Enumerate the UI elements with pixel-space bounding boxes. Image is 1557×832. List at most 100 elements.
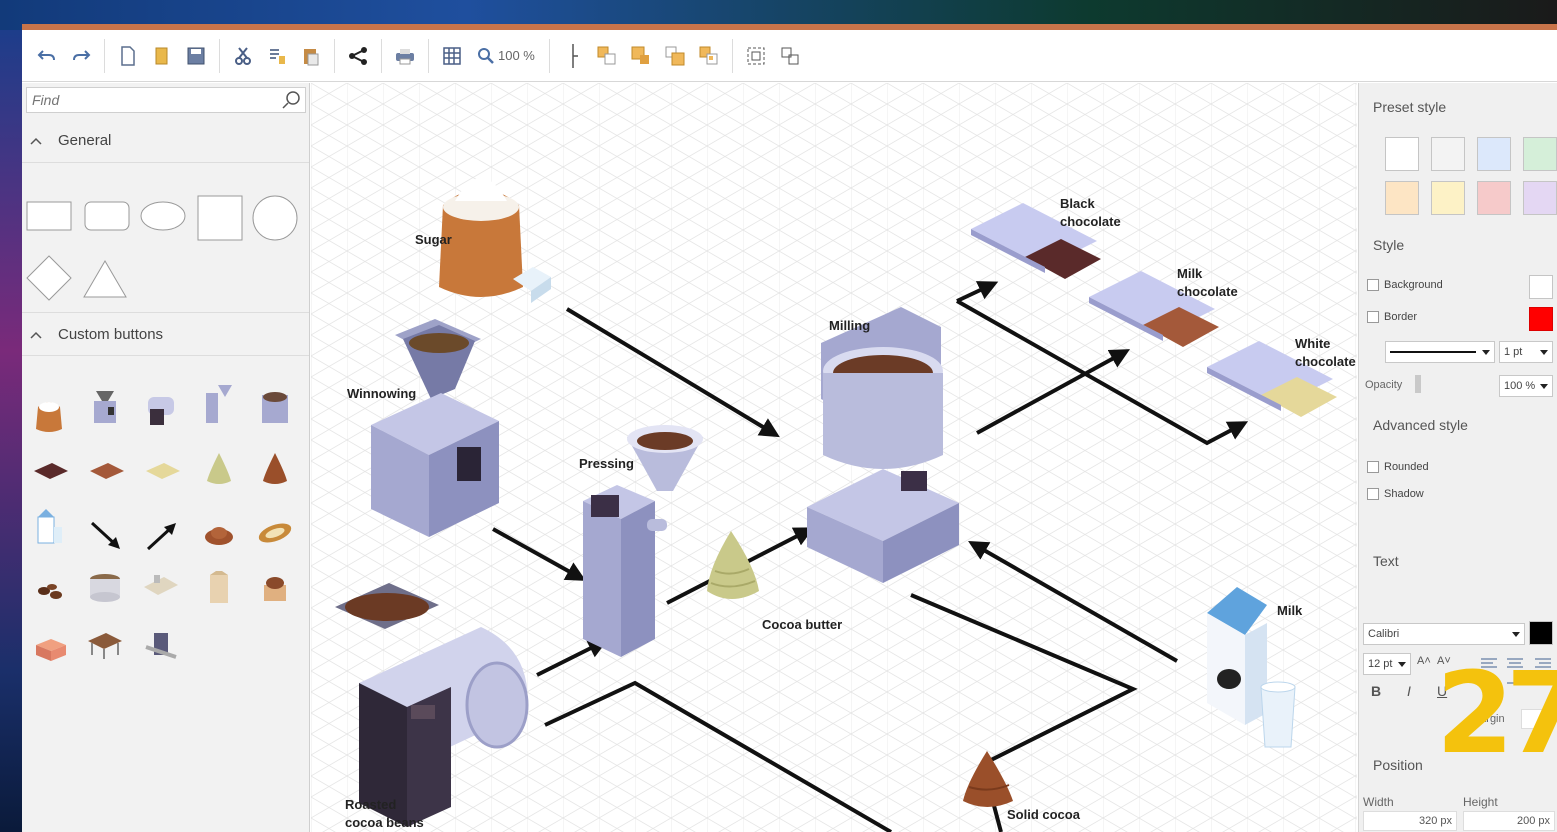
winnowing-machine-icon[interactable] [84,387,126,429]
section-custom-buttons[interactable]: Custom buttons [22,312,309,356]
save-icon[interactable] [181,41,211,71]
bring-forward-icon[interactable] [626,41,656,71]
print-icon[interactable] [390,41,420,71]
section-general[interactable]: General [22,119,309,163]
zoom-slider-icon[interactable] [558,41,588,71]
mixing-vat-icon[interactable] [84,567,126,609]
background-color-swatch[interactable] [1529,275,1553,299]
cocoa-cup-icon[interactable] [254,567,296,609]
rounded-checkbox[interactable]: Rounded [1367,461,1429,473]
chevron-down-icon [1482,349,1490,355]
width-label: Width [1363,795,1394,809]
grid-icon[interactable] [437,41,467,71]
line-style-select[interactable] [1385,341,1495,363]
search-input[interactable] [27,88,267,112]
ungroup-icon[interactable] [775,41,805,71]
opacity-slider[interactable] [1415,375,1421,393]
background-checkbox[interactable]: Background [1367,279,1443,291]
cocoa-butter-icon[interactable] [198,447,240,489]
preset-swatch-orange[interactable] [1385,181,1419,215]
rectangle-shape[interactable] [26,201,72,231]
height-input[interactable]: 200 px [1463,811,1555,831]
bring-to-front-icon[interactable] [592,41,622,71]
section-custom-label: Custom buttons [58,325,164,343]
diagram-canvas[interactable]: Sugar Winnowing Pressing Milling Black c… [311,83,1357,832]
chevron-down-icon [1398,661,1406,667]
chevron-down-icon [1512,631,1520,637]
toolbar-separator [548,38,550,73]
roaster-machine-icon[interactable] [140,387,182,429]
circle-shape[interactable] [252,195,298,241]
cut-icon[interactable] [228,41,258,71]
milk-chocolate-icon[interactable] [86,451,128,493]
line-width-select[interactable]: 1 pt [1499,341,1553,363]
font-color-swatch[interactable] [1529,621,1553,645]
wrapping-machine-icon[interactable] [140,623,182,665]
line-width-value: 1 pt [1504,346,1523,358]
zoom-control[interactable]: 100 % [471,47,541,65]
preset-swatch-gray[interactable] [1431,137,1465,171]
send-backward-icon[interactable] [660,41,690,71]
conveyor-icon[interactable] [140,567,182,609]
cocoa-pod-icon[interactable] [254,511,296,553]
cocoa-beans-icon[interactable] [30,571,72,613]
arrow-up-right-icon[interactable] [142,515,184,557]
border-color-swatch[interactable] [1529,307,1553,331]
width-input[interactable]: 320 px [1363,811,1457,831]
solid-cocoa-icon[interactable] [254,447,296,489]
milk-carton-icon[interactable] [28,507,70,549]
new-page-icon[interactable] [113,41,143,71]
press-machine-icon[interactable] [194,383,236,425]
search-icon[interactable] [281,90,301,115]
toolbar-separator [219,38,220,73]
shape-sidebar: General Custom buttons [22,83,310,832]
desktop-background-left [0,30,22,832]
white-chocolate-icon[interactable] [142,451,184,493]
cooling-table-icon[interactable] [84,623,126,665]
preset-swatch-blue[interactable] [1477,137,1511,171]
rounded-label: Rounded [1384,461,1429,473]
checkbox-box [1367,488,1379,500]
triangle-shape[interactable] [82,259,128,299]
font-size-select[interactable]: 12 pt [1363,653,1411,675]
label-solid-cocoa: Solid cocoa [1007,807,1080,822]
milling-machine[interactable] [807,307,959,583]
mill-machine-icon[interactable] [254,385,296,427]
group-icon[interactable] [741,41,771,71]
line-style-preview [1390,351,1476,353]
arrow-down-right-icon[interactable] [86,515,128,557]
open-folder-icon[interactable] [147,41,177,71]
toolbar-separator [334,38,335,73]
label-cocoa-butter: Cocoa butter [762,617,843,632]
copy-icon[interactable] [262,41,292,71]
square-shape[interactable] [197,195,243,241]
rounded-rectangle-shape[interactable] [84,201,130,231]
paste-icon[interactable] [296,41,326,71]
font-select[interactable]: Calibri [1363,623,1525,645]
toolbar: 100 % [22,30,1557,82]
shadow-checkbox[interactable]: Shadow [1367,488,1424,500]
preset-swatch-green[interactable] [1523,137,1557,171]
gift-box-icon[interactable] [30,627,72,669]
label-white-chocolate: White chocolate [1295,336,1356,369]
redo-icon[interactable] [66,41,96,71]
preset-swatch-red[interactable] [1477,181,1511,215]
send-to-back-icon[interactable] [694,41,724,71]
italic-icon[interactable]: I [1407,683,1411,699]
ellipse-shape[interactable] [140,201,186,231]
cocoa-powder-icon[interactable] [198,511,240,553]
preset-swatch-yellow[interactable] [1431,181,1465,215]
package-box-icon[interactable] [198,567,240,609]
bold-icon[interactable]: B [1371,683,1381,699]
increase-font-icon[interactable]: A˄ [1417,655,1431,667]
opacity-select[interactable]: 100 % [1499,375,1553,397]
dark-chocolate-icon[interactable] [30,451,72,493]
diamond-shape[interactable] [26,255,72,301]
border-checkbox[interactable]: Border [1367,311,1417,323]
share-icon[interactable] [343,41,373,71]
preset-swatch-white[interactable] [1385,137,1419,171]
undo-icon[interactable] [32,41,62,71]
sugar-sack-icon[interactable] [28,393,70,435]
preset-swatch-purple[interactable] [1523,181,1557,215]
chevron-up-icon [30,132,42,149]
